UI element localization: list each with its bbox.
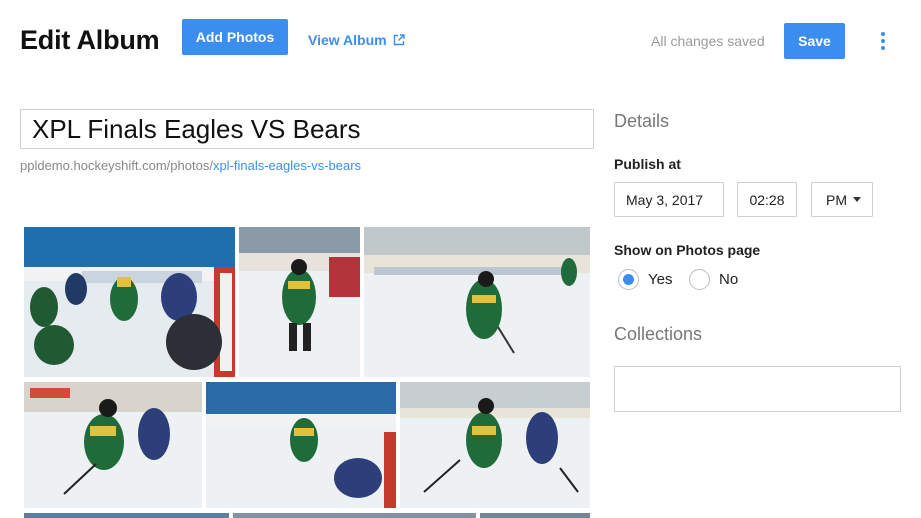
radio-checked-icon xyxy=(618,269,639,290)
photo-thumbnail-3[interactable] xyxy=(364,227,590,377)
ampm-select[interactable]: PM xyxy=(811,182,873,217)
photo-thumbnail-5[interactable] xyxy=(206,382,396,508)
photo-thumbnail-8[interactable] xyxy=(233,513,476,518)
details-heading: Details xyxy=(614,111,670,131)
view-album-label: View Album xyxy=(308,32,387,48)
publish-at-label: Publish at xyxy=(614,156,681,172)
radio-yes-label: Yes xyxy=(648,271,673,288)
add-photos-button[interactable]: Add Photos xyxy=(182,19,288,55)
album-title-input[interactable] xyxy=(20,109,594,149)
ampm-value: PM xyxy=(826,191,847,208)
external-link-icon xyxy=(393,34,405,46)
page-title: Edit Album xyxy=(20,25,160,55)
save-button[interactable]: Save xyxy=(784,23,845,59)
album-url-slug[interactable]: xpl-finals-eagles-vs-bears xyxy=(213,158,361,173)
more-vertical-icon[interactable] xyxy=(876,32,890,50)
radio-no-label: No xyxy=(719,271,739,288)
edit-album-page: Edit Album Add Photos View Album All cha… xyxy=(0,0,921,518)
photo-thumbnail-9[interactable] xyxy=(480,513,590,518)
album-url-base: ppldemo.hockeyshift.com/photos/ xyxy=(20,158,213,173)
collections-input[interactable] xyxy=(614,366,901,412)
radio-yes[interactable]: Yes xyxy=(618,269,672,290)
photo-thumbnail-4[interactable] xyxy=(24,382,202,508)
album-url: ppldemo.hockeyshift.com/photos/xpl-final… xyxy=(20,158,361,173)
publish-date-field[interactable]: May 3, 2017 xyxy=(614,182,724,217)
publish-time-field[interactable]: 02:28 xyxy=(737,182,797,217)
chevron-down-icon xyxy=(853,197,861,202)
show-on-photos-label: Show on Photos page xyxy=(614,242,761,258)
photo-thumbnail-1[interactable] xyxy=(24,227,235,377)
radio-no[interactable]: No xyxy=(689,269,738,290)
photo-thumbnail-6[interactable] xyxy=(400,382,590,508)
photo-thumbnail-2[interactable] xyxy=(239,227,360,377)
collections-heading: Collections xyxy=(614,324,703,344)
radio-unchecked-icon xyxy=(689,269,710,290)
view-album-link[interactable]: View Album xyxy=(308,32,405,48)
photo-thumbnail-7[interactable] xyxy=(24,513,229,518)
save-status: All changes saved xyxy=(651,33,765,49)
